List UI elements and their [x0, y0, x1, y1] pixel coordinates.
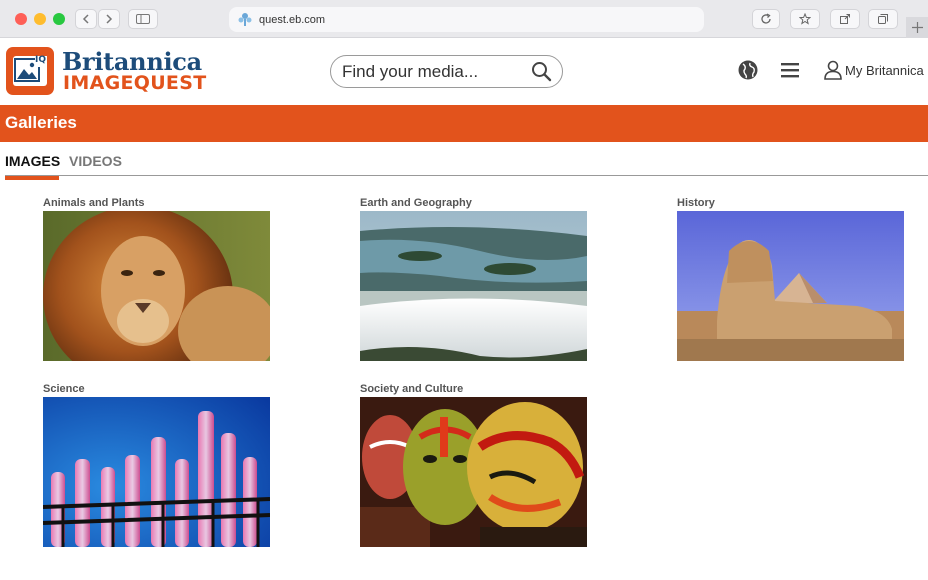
address-bar[interactable]: quest.eb.com — [229, 7, 704, 32]
menu-icon[interactable] — [781, 62, 799, 78]
gallery-earth-and-geography[interactable]: Earth and Geography — [360, 196, 587, 361]
media-search-box — [330, 55, 563, 88]
browser-toolbar: quest.eb.com — [0, 0, 928, 38]
gallery-label: Society and Culture — [360, 383, 464, 395]
back-button[interactable] — [75, 9, 97, 29]
new-tab-button[interactable] — [906, 17, 928, 38]
gallery-thumbnail[interactable] — [43, 397, 270, 547]
maximize-window-button[interactable] — [53, 13, 65, 25]
logo-badge-text: IQ — [35, 55, 46, 65]
gallery-label: Earth and Geography — [360, 197, 472, 209]
gallery-thumbnail[interactable] — [677, 211, 904, 361]
imagequest-logo[interactable]: IQ — [6, 47, 54, 95]
my-britannica-label: My Britannica — [845, 62, 924, 78]
gallery-animals-and-plants[interactable]: Animals and Plants — [43, 196, 270, 361]
globe-icon[interactable] — [738, 60, 758, 80]
my-britannica-link[interactable]: My Britannica — [824, 60, 924, 80]
chevron-right-icon — [106, 14, 113, 24]
site-header: IQ Britannica IMAGEQUEST My Britannica — [0, 38, 928, 105]
gallery-history[interactable]: History — [677, 196, 904, 361]
brand-product-name: IMAGEQUEST — [63, 72, 207, 94]
tab-videos[interactable]: VIDEOS — [69, 153, 122, 169]
page-title: Galleries — [5, 113, 77, 132]
gallery-label: Science — [43, 383, 85, 395]
gallery-thumbnail[interactable] — [360, 211, 587, 361]
search-icon[interactable] — [531, 61, 552, 82]
tabs-divider — [5, 175, 928, 176]
reload-button[interactable] — [752, 9, 780, 29]
search-input[interactable] — [342, 61, 522, 82]
share-button[interactable] — [830, 9, 860, 29]
forward-button[interactable] — [98, 9, 120, 29]
active-tab-indicator — [5, 176, 59, 180]
star-icon — [799, 13, 811, 25]
site-favicon-icon — [238, 13, 252, 26]
tabs-overview-button[interactable] — [868, 9, 898, 29]
close-window-button[interactable] — [15, 13, 27, 25]
chevron-left-icon — [82, 14, 89, 24]
share-icon — [840, 14, 850, 24]
gallery-label: History — [677, 197, 715, 209]
gallery-society-and-culture[interactable]: Society and Culture — [360, 382, 587, 547]
tabs-icon — [878, 14, 888, 24]
tab-images[interactable]: IMAGES — [5, 153, 60, 169]
url-text: quest.eb.com — [259, 13, 326, 26]
media-type-tabs: IMAGES VIDEOS — [0, 142, 928, 181]
plus-icon — [911, 22, 923, 33]
page-title-bar: Galleries — [0, 105, 928, 142]
sidebar-toggle-button[interactable] — [128, 9, 158, 29]
minimize-window-button[interactable] — [34, 13, 46, 25]
gallery-thumbnail[interactable] — [43, 211, 270, 361]
user-icon — [824, 60, 842, 80]
gallery-label: Animals and Plants — [43, 197, 145, 209]
gallery-thumbnail[interactable] — [360, 397, 587, 547]
bookmark-button[interactable] — [790, 9, 820, 29]
gallery-science[interactable]: Science — [43, 382, 270, 547]
sidebar-icon — [136, 14, 150, 24]
reload-icon — [761, 13, 771, 24]
